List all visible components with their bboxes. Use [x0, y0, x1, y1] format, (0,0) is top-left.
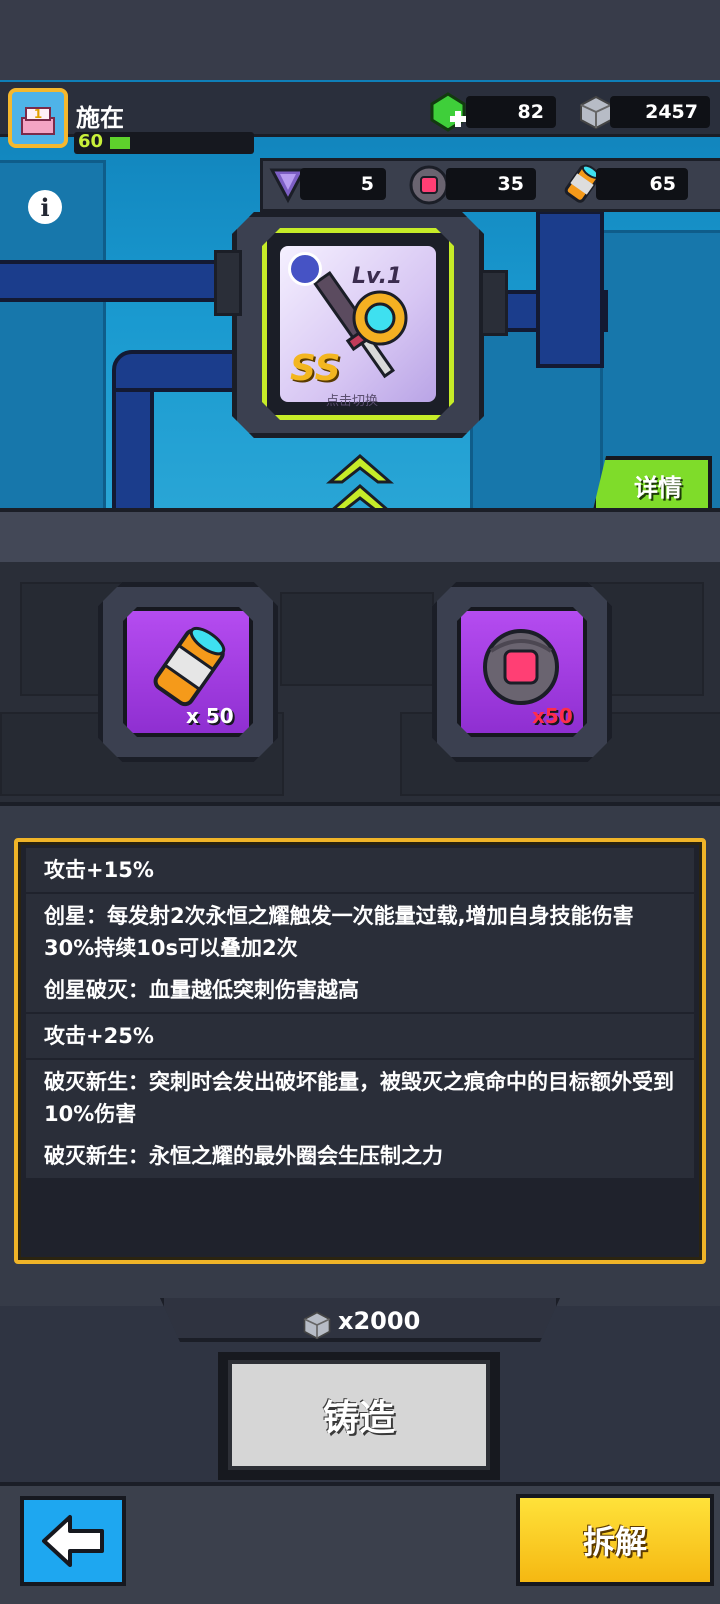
cube-icon	[578, 94, 614, 130]
cylinder-count: 65	[596, 168, 688, 200]
effect-line: 攻击+25%	[26, 1014, 694, 1058]
effect-line: 破灭新生：突刺时会发出破坏能量，被毁灭之痕命中的目标额外受到10%伤害	[26, 1060, 694, 1136]
info-icon[interactable]: i	[28, 190, 62, 224]
svg-text:1: 1	[34, 107, 42, 121]
details-button[interactable]: 详情	[592, 456, 712, 514]
pipe-left-horizontal	[0, 260, 248, 302]
effect-line: 攻击+15%	[26, 848, 694, 892]
pipe-left-elbow	[112, 350, 250, 392]
effects-description-panel: 攻击+15% 创星：每发射2次永恒之耀触发一次能量过载,增加自身技能伤害30%持…	[14, 838, 706, 1264]
item-grade: SS	[290, 348, 341, 389]
floor-band	[0, 508, 720, 570]
cube-cost-icon	[302, 1310, 332, 1340]
gem-plus-icon[interactable]	[428, 92, 468, 132]
orb-count: 35	[446, 168, 536, 200]
cube-count: 2457	[610, 96, 710, 128]
pipe-left-vertical	[112, 370, 154, 520]
material-left-quantity: x 50	[186, 704, 234, 728]
material-right-quantity: x50	[532, 704, 573, 728]
dismantle-button[interactable]: 拆解	[516, 1494, 714, 1586]
effect-line: 创星：每发射2次永恒之耀触发一次能量过载,增加自身技能伤害30%持续10s可以叠…	[26, 894, 694, 970]
wall-panel	[280, 592, 434, 686]
item-level: Lv.1	[352, 264, 403, 289]
back-arrow-icon	[42, 1515, 104, 1567]
switch-hint: 点击切换	[326, 394, 379, 409]
gem-count: 82	[466, 96, 556, 128]
level-progress-fill	[110, 137, 130, 149]
orb-icon	[408, 164, 450, 206]
machine-clamp-right	[480, 270, 508, 336]
forge-button[interactable]: 铸造	[228, 1360, 490, 1470]
player-avatar[interactable]: 1	[8, 88, 68, 148]
effect-line: 破灭新生：永恒之耀的最外圈会生压制之力	[26, 1134, 694, 1178]
back-button[interactable]	[20, 1496, 126, 1586]
player-name: 施在	[76, 104, 124, 132]
player-level: 60	[78, 131, 104, 152]
weapon-type-icon	[288, 252, 322, 286]
effect-line: 创星破灭：血量越低突刺伤害越高	[26, 968, 694, 1012]
forge-cost: x2000	[338, 1307, 421, 1335]
crystal-count: 5	[300, 168, 386, 200]
top-bar-background	[0, 0, 720, 80]
pipe-right-vertical	[536, 210, 604, 368]
machine-clamp-left	[214, 250, 242, 316]
cake-icon: 1	[21, 107, 55, 135]
